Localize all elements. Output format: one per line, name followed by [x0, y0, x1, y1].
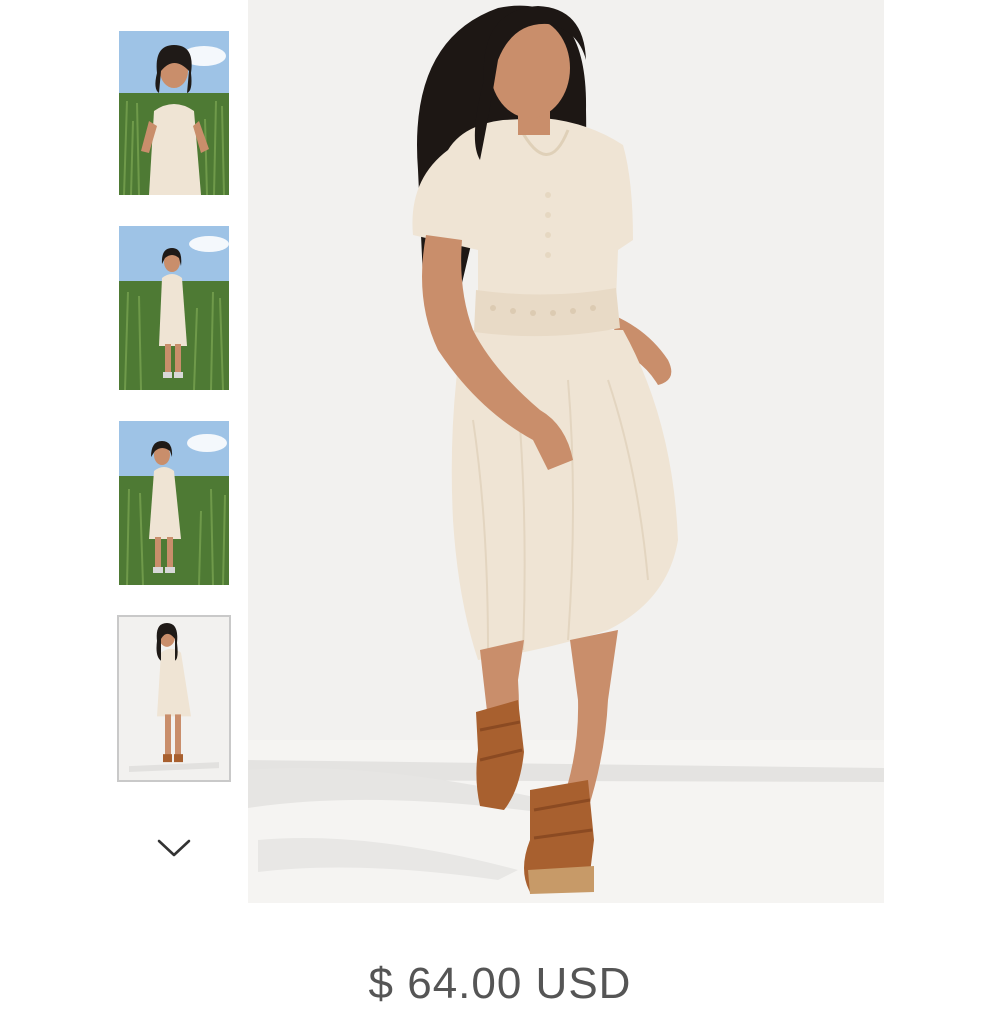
- thumbnail-field-walking-image: [119, 421, 229, 585]
- product-price: $ 64.00 USD: [368, 959, 632, 1008]
- thumbnail-field-full-image: [119, 226, 229, 390]
- thumbnail-3[interactable]: [119, 421, 229, 585]
- thumbnail-scroll-down-button[interactable]: [156, 830, 192, 866]
- thumbnail-2[interactable]: [119, 226, 229, 390]
- thumbnail-rail: [116, 28, 234, 908]
- model-wearing-dress-image: [248, 0, 884, 903]
- main-product-image[interactable]: [248, 0, 884, 903]
- thumbnail-studio-full-image: [119, 617, 229, 780]
- thumbnail-1[interactable]: [119, 31, 229, 195]
- thumbnail-4-selected[interactable]: [117, 615, 231, 782]
- chevron-down-icon: [157, 839, 191, 857]
- thumbnail-field-closeup-image: [119, 31, 229, 195]
